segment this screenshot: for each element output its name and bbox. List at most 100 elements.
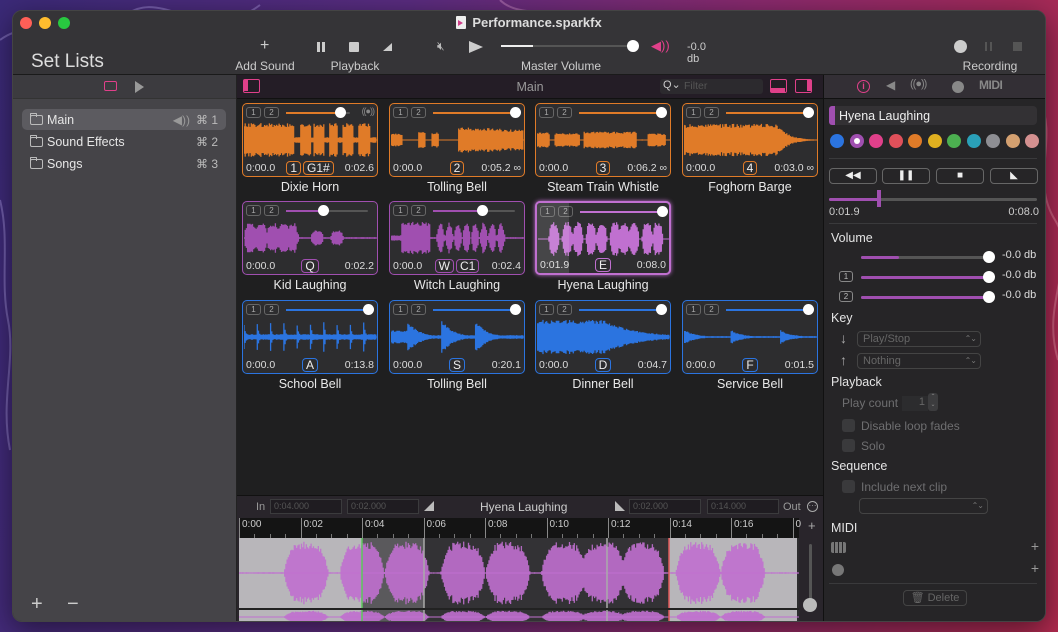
- sidebar-item-songs[interactable]: Songs ⌘ 3: [22, 153, 226, 174]
- channel-2-toggle[interactable]: 2: [704, 107, 719, 118]
- volume-knob[interactable]: [983, 251, 995, 263]
- in-fade-field[interactable]: 0:02.000: [347, 499, 419, 514]
- sequence-select[interactable]: [859, 498, 988, 514]
- pause-button[interactable]: ❚❚: [882, 168, 930, 184]
- card-volume-knob[interactable]: [803, 304, 814, 315]
- add-setlist-button[interactable]: +: [31, 593, 43, 616]
- card-volume-slider[interactable]: [579, 309, 661, 311]
- channel-2-toggle[interactable]: 2: [557, 107, 572, 118]
- zoom-in-button[interactable]: +: [808, 518, 816, 533]
- sound-card[interactable]: 1 2 0:00.0 S 0:20.1: [389, 300, 525, 374]
- sound-card[interactable]: 1 2 0:00.0 2 0:05.2 ∞: [389, 103, 525, 177]
- card-volume-slider[interactable]: [580, 211, 662, 213]
- card-volume-knob[interactable]: [657, 206, 668, 217]
- sound-card[interactable]: 1 2 0:00.0 D 0:04.7: [535, 300, 671, 374]
- channel-2-toggle[interactable]: 2: [557, 304, 572, 315]
- sound-card[interactable]: 1 2 0:00.0 W C1 0:02.4: [389, 201, 525, 275]
- add-midi-note-button[interactable]: +: [1031, 538, 1039, 554]
- card-volume-slider[interactable]: [726, 112, 808, 114]
- play-count-stepper[interactable]: ⌃ ⌄: [928, 393, 938, 411]
- card-volume-slider[interactable]: [286, 112, 350, 114]
- channel-1-toggle[interactable]: 1: [539, 107, 554, 118]
- channel-1-toggle[interactable]: 1: [539, 304, 554, 315]
- card-volume-slider[interactable]: [726, 309, 808, 311]
- sound-card[interactable]: 1 2 0:00.0 A 0:13.8: [242, 300, 378, 374]
- folder-tab-icon[interactable]: [104, 81, 117, 91]
- channel-2-toggle[interactable]: 2: [264, 107, 279, 118]
- solo-checkbox[interactable]: [842, 439, 855, 452]
- editor-waveform[interactable]: [239, 538, 799, 622]
- card-volume-slider[interactable]: [433, 210, 515, 212]
- sound-card[interactable]: 1 2 0:00.0 4 0:03.0 ∞: [682, 103, 818, 177]
- sidebar-item-sound-effects[interactable]: Sound Effects ⌘ 2: [22, 131, 226, 152]
- stop-button[interactable]: ■: [936, 168, 984, 184]
- card-volume-slider[interactable]: [433, 309, 515, 311]
- play-count-field[interactable]: 1: [902, 396, 928, 411]
- channel-1-toggle[interactable]: 1: [246, 304, 261, 315]
- tab-volume-icon[interactable]: ◀: [886, 78, 895, 92]
- sound-card[interactable]: 1 2 0:01.9 E 0:08.0: [535, 201, 671, 275]
- color-swatch[interactable]: [967, 134, 981, 148]
- tab-info-icon[interactable]: i: [857, 80, 870, 93]
- color-swatch[interactable]: [869, 134, 883, 148]
- volume-slider[interactable]: [861, 256, 989, 259]
- color-swatch[interactable]: [986, 134, 1000, 148]
- volume-knob[interactable]: [983, 271, 995, 283]
- volume-slider[interactable]: [861, 296, 989, 299]
- delete-button[interactable]: 🗑︎ Delete: [903, 590, 967, 606]
- fade-out-icon[interactable]: [615, 501, 625, 511]
- sound-name-field[interactable]: Hyena Laughing: [829, 106, 1037, 125]
- tab-broadcast-icon[interactable]: ((●)): [910, 78, 926, 90]
- card-volume-knob[interactable]: [477, 205, 488, 216]
- play-tab-icon[interactable]: [135, 81, 144, 93]
- volume-slider[interactable]: [861, 276, 989, 279]
- toggle-inspector-button[interactable]: [795, 79, 812, 93]
- channel-1-toggle[interactable]: 1: [393, 107, 408, 118]
- fade-out-button[interactable]: [383, 43, 392, 51]
- card-volume-knob[interactable]: [510, 304, 521, 315]
- master-volume-slider[interactable]: [501, 45, 633, 47]
- color-swatch[interactable]: [908, 134, 922, 148]
- channel-2-toggle[interactable]: 2: [264, 205, 279, 216]
- card-volume-slider[interactable]: [286, 309, 368, 311]
- key-up-select[interactable]: Nothing: [857, 353, 981, 369]
- volume-knob[interactable]: [983, 291, 995, 303]
- zoom-slider-knob[interactable]: [803, 598, 817, 612]
- card-volume-slider[interactable]: [433, 112, 515, 114]
- channel-2-toggle[interactable]: 2: [411, 304, 426, 315]
- color-swatch[interactable]: [1025, 134, 1039, 148]
- sound-card[interactable]: 1 2 0:00.0 3 0:06.2 ∞: [535, 103, 671, 177]
- record-stop-button[interactable]: [1013, 42, 1022, 51]
- tab-midi-icon[interactable]: MIDI: [979, 78, 1002, 92]
- key-down-select[interactable]: Play/Stop: [857, 331, 981, 347]
- channel-2-toggle[interactable]: 2: [264, 304, 279, 315]
- toggle-bottom-panel-button[interactable]: [770, 79, 787, 93]
- channel-2-toggle[interactable]: 2: [704, 304, 719, 315]
- sound-card[interactable]: 1 2 0:00.0 Q 0:02.2: [242, 201, 378, 275]
- position-slider[interactable]: [829, 198, 1037, 201]
- fade-in-icon[interactable]: [424, 501, 434, 511]
- channel-2-toggle[interactable]: 2: [558, 206, 573, 217]
- more-options-icon[interactable]: ···: [807, 501, 818, 512]
- card-volume-knob[interactable]: [656, 304, 667, 315]
- channel-1-toggle[interactable]: 1: [540, 206, 555, 217]
- mute-icon[interactable]: 🔇︎: [437, 39, 445, 54]
- filter-field[interactable]: Q⌄ Filter: [660, 79, 763, 94]
- include-next-clip-checkbox[interactable]: [842, 480, 855, 493]
- master-volume-knob[interactable]: [627, 40, 639, 52]
- add-midi-cc-button[interactable]: +: [1031, 560, 1039, 576]
- card-volume-knob[interactable]: [510, 107, 521, 118]
- sound-card[interactable]: 1 2 0:00.0 F 0:01.5: [682, 300, 818, 374]
- sidebar-item-main[interactable]: Main ◀)) ⌘ 1: [22, 109, 226, 130]
- position-handle[interactable]: [877, 190, 881, 207]
- record-button[interactable]: [954, 40, 967, 53]
- sound-card[interactable]: 1 2 ((●)) 0:00.0 1 G1# 0:02.6: [242, 103, 378, 177]
- channel-1-toggle[interactable]: 1: [393, 205, 408, 216]
- color-swatch[interactable]: [928, 134, 942, 148]
- card-volume-slider[interactable]: [286, 210, 368, 212]
- pause-all-button[interactable]: [317, 42, 325, 52]
- card-volume-knob[interactable]: [335, 107, 346, 118]
- rewind-button[interactable]: ◀◀: [829, 168, 877, 184]
- card-volume-knob[interactable]: [656, 107, 667, 118]
- card-volume-knob[interactable]: [803, 107, 814, 118]
